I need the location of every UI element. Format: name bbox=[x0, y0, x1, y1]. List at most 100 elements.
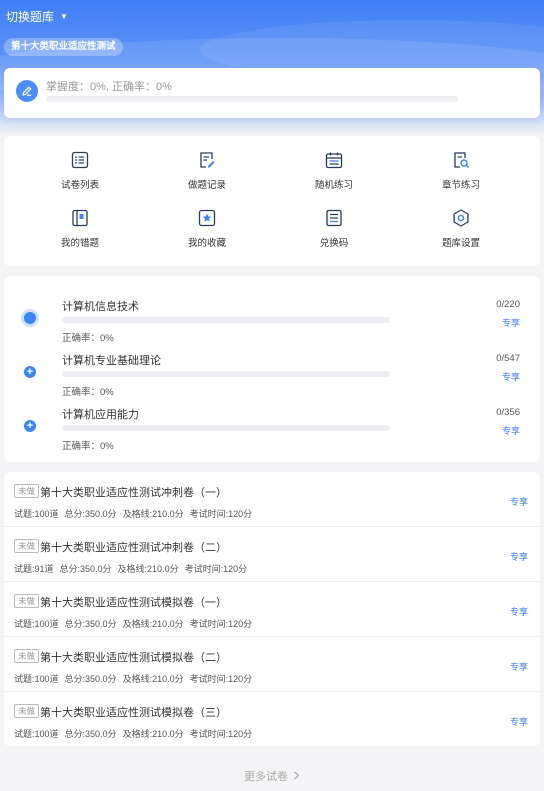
menu-label: 题库设置 bbox=[441, 238, 480, 249]
menu-label: 兑换码 bbox=[319, 238, 349, 249]
subject-dot-icon bbox=[24, 312, 36, 324]
paper-pass: 及格线:210.0分 bbox=[122, 674, 184, 684]
code-icon bbox=[326, 209, 342, 227]
paper-questions: 试题:91道 bbox=[14, 564, 54, 574]
paper-title: 第十大类职业适应性测试模拟卷（一） bbox=[40, 597, 227, 609]
paper-questions: 试题:100道 bbox=[14, 674, 59, 684]
paper-item[interactable]: 未做 第十大类职业适应性测试模拟卷（三） 试题:100道 总分:350.0分 及格线… bbox=[4, 692, 540, 747]
record-icon bbox=[200, 152, 215, 168]
switch-bank-label: 切换题库 bbox=[6, 10, 55, 24]
mastery-card: 掌握度：0%, 正确率：0% bbox=[4, 68, 540, 118]
paper-questions: 试题:100道 bbox=[14, 509, 59, 519]
paper-item[interactable]: 未做 第十大类职业适应性测试冲刺卷（一） 试题:100道 总分:350.0分 及格线… bbox=[4, 472, 540, 527]
settings-icon bbox=[453, 209, 469, 227]
paper-title: 第十大类职业适应性测试冲刺卷（二） bbox=[40, 542, 227, 554]
subject-progress-bar bbox=[62, 317, 390, 323]
paper-meta: 试题:100道 总分:350.0分 及格线:210.0分 考试时间:120分 bbox=[14, 727, 258, 740]
paper-meta: 试题:100道 总分:350.0分 及格线:210.0分 考试时间:120分 bbox=[14, 672, 258, 685]
paper-total: 总分:350.0分 bbox=[64, 729, 117, 739]
paper-title: 第十大类职业适应性测试模拟卷（三） bbox=[40, 707, 227, 719]
menu-label: 章节练习 bbox=[441, 180, 480, 191]
paper-item[interactable]: 未做 第十大类职业适应性测试模拟卷（一） 试题:100道 总分:350.0分 及格线… bbox=[4, 582, 540, 637]
paper-pass: 及格线:210.0分 bbox=[117, 564, 179, 574]
menu-chapter-practice[interactable]: 章节练习 bbox=[394, 150, 528, 202]
paper-questions: 试题:100道 bbox=[14, 729, 59, 739]
exclusive-tag[interactable]: 专享 bbox=[502, 370, 520, 383]
paper-time: 考试时间:120分 bbox=[189, 674, 253, 684]
expand-plus-icon[interactable]: + bbox=[24, 366, 36, 378]
subject-name: 计算机信息技术 bbox=[62, 301, 139, 313]
paper-meta: 试题:100道 总分:350.0分 及格线:210.0分 考试时间:120分 bbox=[14, 617, 258, 630]
paper-item[interactable]: 未做 第十大类职业适应性测试冲刺卷（二） 试题:91道 总分:350.0分 及格线:… bbox=[4, 527, 540, 582]
exclusive-tag[interactable]: 专享 bbox=[502, 424, 520, 437]
menu-label: 我的错题 bbox=[60, 238, 99, 249]
paper-total: 总分:350.0分 bbox=[59, 564, 112, 574]
chevron-right-icon bbox=[294, 771, 300, 780]
status-badge: 未做 bbox=[14, 594, 40, 608]
menu-label: 随机练习 bbox=[314, 180, 353, 191]
subject-name: 计算机专业基础理论 bbox=[62, 355, 161, 367]
list-icon bbox=[71, 151, 89, 169]
mastery-progress-bar bbox=[46, 96, 458, 102]
subject-item[interactable]: + 计算机专业基础理论 正确率：0% 0/547 专享 bbox=[4, 336, 540, 398]
subject-count: 0/220 bbox=[496, 299, 520, 310]
switch-bank-button[interactable]: 切换题库 ▼ bbox=[6, 8, 68, 25]
paper-meta: 试题:91道 总分:350.0分 及格线:210.0分 考试时间:120分 bbox=[14, 562, 253, 575]
paper-pass: 及格线:210.0分 bbox=[122, 509, 184, 519]
expand-plus-icon[interactable]: + bbox=[24, 420, 36, 432]
status-badge: 未做 bbox=[14, 649, 40, 663]
star-icon bbox=[198, 209, 216, 227]
menu-bank-settings[interactable]: 题库设置 bbox=[394, 208, 528, 260]
paper-title: 第十大类职业适应性测试模拟卷（二） bbox=[40, 652, 227, 664]
paper-pass: 及格线:210.0分 bbox=[122, 729, 184, 739]
paper-title: 第十大类职业适应性测试冲刺卷（一） bbox=[40, 487, 227, 499]
feature-menu: 试卷列表 做题记录 随机练习 章节练习 我的错题 我的收藏 兑换码 题库设置 bbox=[4, 136, 540, 266]
paper-item[interactable]: 未做 第十大类职业适应性测试模拟卷（二） 试题:100道 总分:350.0分 及格线… bbox=[4, 637, 540, 692]
menu-practice-record[interactable]: 做题记录 bbox=[140, 150, 274, 202]
subject-item[interactable]: 计算机信息技术 正确率：0% 0/220 专享 bbox=[4, 282, 540, 344]
calendar-icon bbox=[325, 152, 343, 169]
menu-paper-list[interactable]: 试卷列表 bbox=[13, 150, 147, 202]
more-papers-link[interactable]: 更多试卷 bbox=[0, 768, 544, 784]
search-doc-icon bbox=[454, 152, 470, 169]
paper-time: 考试时间:120分 bbox=[184, 564, 248, 574]
status-badge: 未做 bbox=[14, 539, 40, 553]
paper-questions: 试题:100道 bbox=[14, 619, 59, 629]
mastery-text: 掌握度：0%, 正确率：0% bbox=[46, 81, 172, 93]
subject-name: 计算机应用能力 bbox=[62, 409, 139, 421]
subject-item[interactable]: + 计算机应用能力 正确率：0% 0/356 专享 bbox=[4, 390, 540, 452]
menu-label: 我的收藏 bbox=[187, 238, 226, 249]
paper-time: 考试时间:120分 bbox=[189, 509, 253, 519]
paper-total: 总分:350.0分 bbox=[64, 509, 117, 519]
book-icon bbox=[72, 209, 88, 227]
current-bank-badge: 第十大类职业适应性测试 bbox=[4, 38, 123, 56]
status-badge: 未做 bbox=[14, 484, 40, 498]
subject-progress-bar bbox=[62, 425, 390, 431]
menu-wrong-questions[interactable]: 我的错题 bbox=[13, 208, 147, 260]
menu-random-practice[interactable]: 随机练习 bbox=[267, 150, 401, 202]
paper-time: 考试时间:120分 bbox=[189, 619, 253, 629]
exclusive-tag[interactable]: 专享 bbox=[510, 660, 528, 673]
paper-total: 总分:350.0分 bbox=[64, 674, 117, 684]
exclusive-tag[interactable]: 专享 bbox=[510, 605, 528, 618]
exclusive-tag[interactable]: 专享 bbox=[510, 495, 528, 508]
paper-total: 总分:350.0分 bbox=[64, 619, 117, 629]
subject-count: 0/547 bbox=[496, 353, 520, 364]
exclusive-tag[interactable]: 专享 bbox=[510, 715, 528, 728]
menu-label: 试卷列表 bbox=[60, 180, 99, 191]
status-badge: 未做 bbox=[14, 704, 40, 718]
paper-meta: 试题:100道 总分:350.0分 及格线:210.0分 考试时间:120分 bbox=[14, 507, 258, 520]
exclusive-tag[interactable]: 专享 bbox=[510, 550, 528, 563]
menu-redeem-code[interactable]: 兑换码 bbox=[267, 208, 401, 260]
edit-icon bbox=[16, 80, 38, 102]
paper-pass: 及格线:210.0分 bbox=[122, 619, 184, 629]
menu-my-favorites[interactable]: 我的收藏 bbox=[140, 208, 274, 260]
subject-progress-bar bbox=[62, 371, 390, 377]
menu-label: 做题记录 bbox=[187, 180, 226, 191]
subject-accuracy: 正确率：0% bbox=[62, 441, 114, 452]
exclusive-tag[interactable]: 专享 bbox=[502, 316, 520, 329]
more-papers-label: 更多试卷 bbox=[243, 771, 288, 783]
paper-time: 考试时间:120分 bbox=[189, 729, 253, 739]
caret-down-icon: ▼ bbox=[60, 12, 68, 21]
subject-count: 0/356 bbox=[496, 407, 520, 418]
